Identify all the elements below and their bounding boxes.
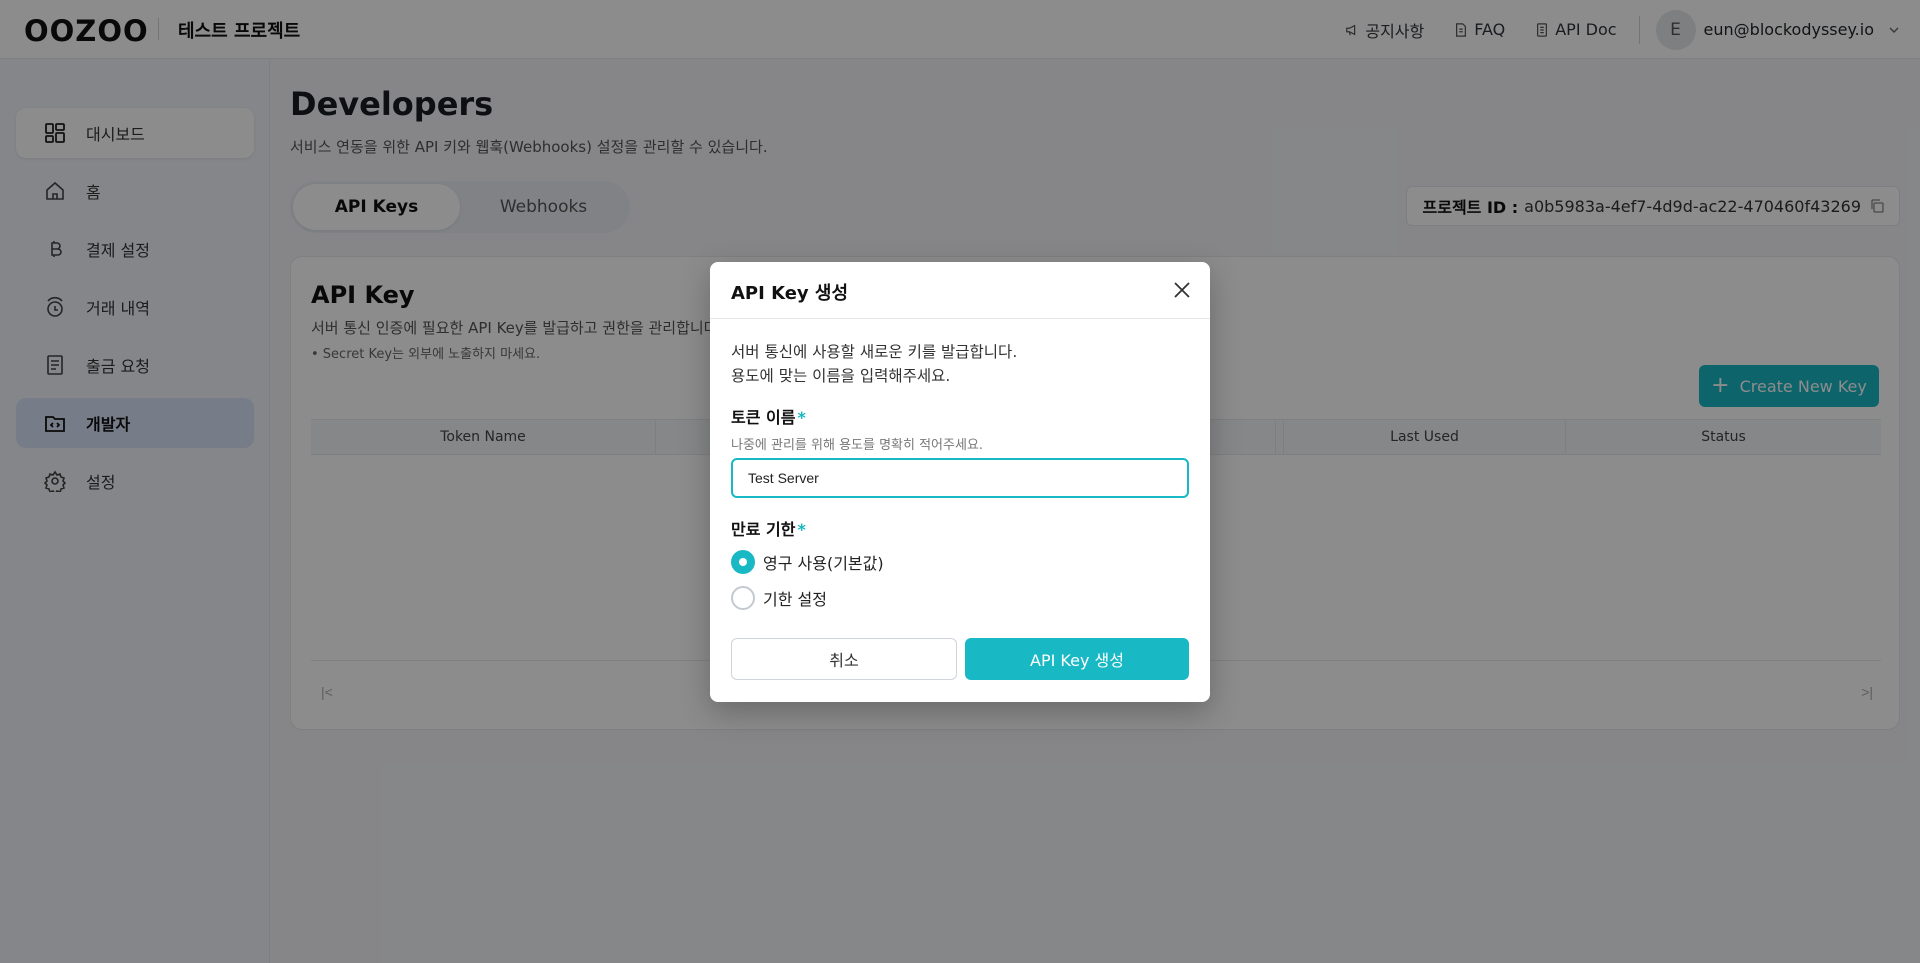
expiry-label: 만료 기한 * [731,516,806,540]
required-mark: * [797,520,806,539]
token-name-label: 토큰 이름 * [731,404,806,428]
radio-option-set-expiry[interactable]: 기한 설정 [731,586,827,610]
radio-option-permanent[interactable]: 영구 사용(기본값) [731,550,884,574]
modal-description-line2: 용도에 맞는 이름을 입력해주세요. [731,367,951,385]
radio-dot [739,558,747,566]
radio-button[interactable] [731,586,755,610]
cancel-button[interactable]: 취소 [731,638,957,680]
radio-button-selected[interactable] [731,550,755,574]
token-name-help: 나중에 관리를 위해 용도를 명확히 적어주세요. [731,438,984,453]
radio-option-label: 기한 설정 [763,590,827,609]
expiry-label-text: 만료 기한 [731,520,796,539]
token-name-input[interactable] [731,458,1189,498]
create-api-key-button[interactable]: API Key 생성 [965,638,1189,680]
radio-option-label: 영구 사용(기본값) [763,554,884,573]
token-name-label-text: 토큰 이름 [731,408,796,427]
modal-header: API Key 생성 [710,262,1210,319]
modal-title: API Key 생성 [731,283,849,304]
close-button[interactable] [1170,278,1194,302]
required-mark: * [797,408,806,427]
close-icon [1174,282,1190,298]
modal-description: 서버 통신에 사용할 새로운 키를 발급합니다. 용도에 맞는 이름을 입력해주… [731,340,1017,388]
create-api-key-modal: API Key 생성 서버 통신에 사용할 새로운 키를 발급합니다. 용도에 … [710,262,1210,702]
modal-description-line1: 서버 통신에 사용할 새로운 키를 발급합니다. [731,343,1018,361]
